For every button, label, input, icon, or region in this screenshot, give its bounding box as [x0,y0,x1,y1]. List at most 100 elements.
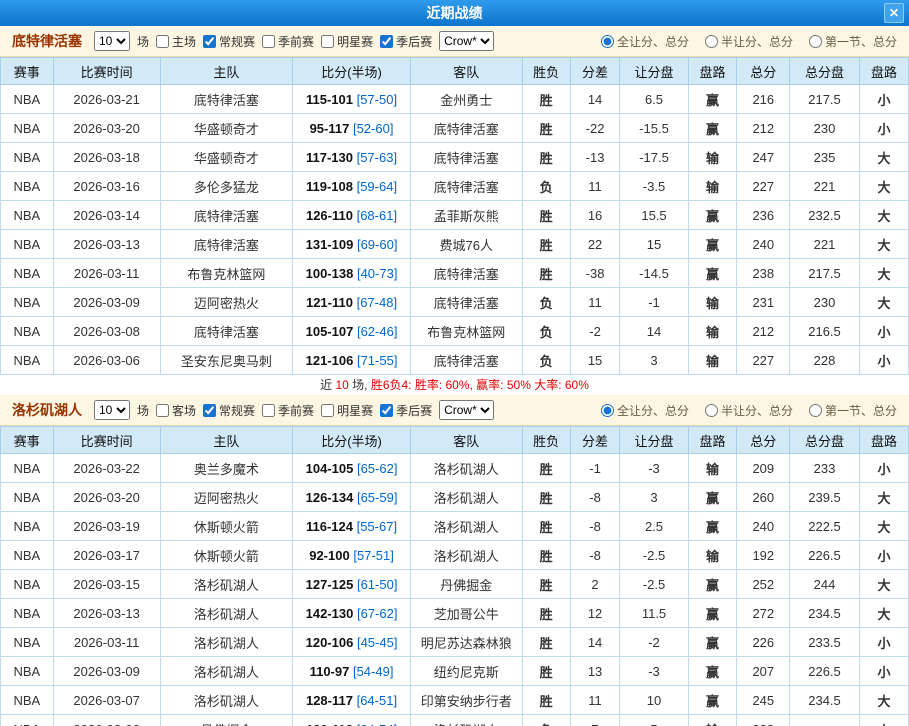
checkbox-input[interactable] [262,404,275,417]
cell-handicap-line: -2 [620,628,688,657]
cell-over-under: 大 [859,686,908,715]
radio-input[interactable] [705,404,718,417]
cell-total-line: 216.5 [790,317,860,346]
cell-win-loss: 负 [522,172,570,201]
checkbox-label: 季后赛 [396,33,432,50]
checkbox-input[interactable] [262,35,275,48]
filter-radio[interactable]: 半让分、总分 [705,402,793,419]
games-count-select[interactable]: 10 [94,31,130,51]
filter-radio[interactable]: 第一节、总分 [809,33,897,50]
cell-total-points: 216 [737,85,790,114]
score-halftime: [59-64] [357,179,397,194]
cell-point-diff: -1 [570,454,620,483]
filter-checkbox[interactable]: 明星赛 [321,402,373,419]
cell-total-points: 236 [737,201,790,230]
radio-input[interactable] [601,35,614,48]
score-fulltime: 95-117 [310,121,350,136]
radio-input[interactable] [601,404,614,417]
score-fulltime: 126-110 [306,208,353,223]
filter-checkbox[interactable]: 常规赛 [203,402,255,419]
table-row: NBA2026-03-11布鲁克林篮网100-138 [40-73]底特律活塞胜… [1,259,909,288]
cell-handicap-line: -15.5 [620,114,688,143]
cell-point-diff: 11 [570,686,620,715]
checkbox-input[interactable] [156,35,169,48]
cell-league: NBA [1,172,54,201]
cell-total-line: 230 [790,288,860,317]
cell-point-diff: -8 [570,483,620,512]
cell-total-line: 239.5 [790,483,860,512]
cell-home-team: 奥兰多魔术 [160,454,292,483]
cell-point-diff: 22 [570,230,620,259]
radio-input[interactable] [809,404,822,417]
cell-away-team: 底特律活塞 [410,288,522,317]
cell-over-under: 大 [859,599,908,628]
cell-over-under: 小 [859,454,908,483]
filter-checkbox[interactable]: 常规赛 [203,33,255,50]
cell-total-points: 260 [737,483,790,512]
radio-input[interactable] [809,35,822,48]
checkbox-label: 常规赛 [219,33,255,50]
cell-score: 110-97 [54-49] [293,657,411,686]
games-count-select[interactable]: 10 [94,400,130,420]
cell-league: NBA [1,570,54,599]
filter-checkbox[interactable]: 季后赛 [380,33,432,50]
filter-checkbox[interactable]: 季后赛 [380,402,432,419]
cell-date: 2026-03-07 [53,686,160,715]
cell-total-line: 230 [790,114,860,143]
cell-score: 128-117 [64-51] [293,686,411,715]
close-button[interactable]: ✕ [884,3,904,23]
cell-home-team: 底特律活塞 [160,85,292,114]
filter-radio[interactable]: 全让分、总分 [601,402,689,419]
filter-checkbox[interactable]: 季前赛 [262,33,314,50]
cell-total-points: 233 [737,715,790,726]
cell-total-line: 222.5 [790,512,860,541]
cell-handicap-result: 赢 [688,570,737,599]
filter-radio[interactable]: 半让分、总分 [705,33,793,50]
filter-bar: 底特律活塞10场主场常规赛季前赛明星赛季后赛Crow*全让分、总分半让分、总分第… [0,26,909,57]
cell-handicap-line: 5 [620,715,688,726]
filter-checkbox[interactable]: 客场 [156,402,196,419]
filter-radio[interactable]: 第一节、总分 [809,402,897,419]
radio-input[interactable] [705,35,718,48]
cell-league: NBA [1,114,54,143]
cell-away-team: 洛杉矶湖人 [410,715,522,726]
cell-handicap-line: 2.5 [620,512,688,541]
filter-checkbox[interactable]: 季前赛 [262,402,314,419]
cell-total-line: 226.5 [790,541,860,570]
cell-home-team: 迈阿密热火 [160,288,292,317]
filter-checkbox[interactable]: 明星赛 [321,33,373,50]
cell-score: 95-117 [52-60] [293,114,411,143]
checkbox-input[interactable] [380,404,393,417]
company-select[interactable]: Crow* [439,400,494,420]
cell-score: 127-125 [61-50] [293,570,411,599]
table-row: NBA2026-03-06丹佛掘金120-113 [64-54]洛杉矶湖人负75… [1,715,909,726]
cell-handicap-result: 输 [688,346,737,375]
company-select[interactable]: Crow* [439,31,494,51]
cell-handicap-line: 6.5 [620,85,688,114]
filter-radio[interactable]: 全让分、总分 [601,33,689,50]
checkbox-input[interactable] [380,35,393,48]
cell-point-diff: -38 [570,259,620,288]
checkbox-input[interactable] [203,404,216,417]
header-row: 赛事比赛时间主队比分(半场)客队胜负分差让分盘盘路总分总分盘盘路 [1,58,909,85]
cell-date: 2026-03-18 [53,143,160,172]
cell-total-line: 232.5 [790,201,860,230]
cell-handicap-result: 赢 [688,483,737,512]
cell-win-loss: 胜 [522,657,570,686]
cell-league: NBA [1,454,54,483]
cell-away-team: 底特律活塞 [410,172,522,201]
column-header: 赛事 [1,427,54,454]
cell-win-loss: 胜 [522,259,570,288]
cell-league: NBA [1,346,54,375]
score-fulltime: 110-97 [310,664,350,679]
cell-date: 2026-03-09 [53,288,160,317]
checkbox-input[interactable] [156,404,169,417]
filter-checkbox[interactable]: 主场 [156,33,196,50]
summary-text: 场, [349,378,371,392]
checkbox-input[interactable] [321,404,334,417]
score-fulltime: 117-130 [306,150,353,165]
cell-over-under: 小 [859,628,908,657]
checkbox-input[interactable] [203,35,216,48]
checkbox-input[interactable] [321,35,334,48]
cell-total-line: 221 [790,172,860,201]
